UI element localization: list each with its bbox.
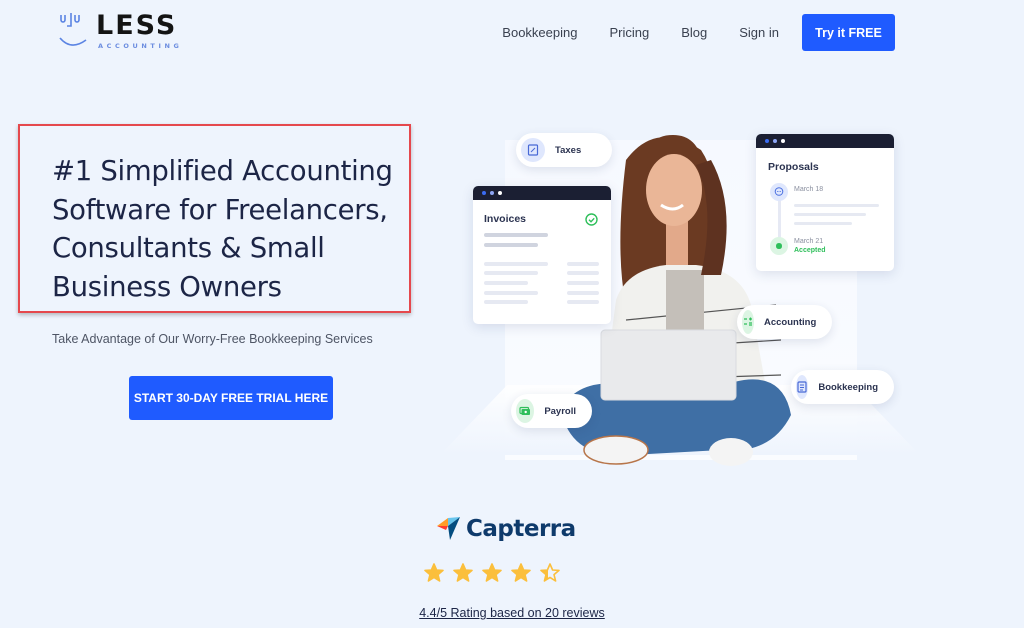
window-titlebar [473, 186, 611, 200]
try-free-button[interactable]: Try it FREE [802, 14, 895, 51]
nav-link-blog[interactable]: Blog [681, 25, 707, 40]
chat-bubble-icon [770, 183, 788, 201]
calculator-icon [742, 310, 754, 334]
star-full-icon [482, 563, 502, 582]
taxes-label: Taxes [555, 144, 582, 156]
proposals-card: Proposals March 18 March 21 Accepted [756, 134, 894, 271]
proposals-title: Proposals [768, 161, 819, 173]
capterra-logo[interactable]: Capterra [436, 516, 576, 542]
rating-link[interactable]: 4.4/5 Rating based on 20 reviews [0, 606, 1024, 620]
invoices-title: Invoices [484, 213, 527, 225]
nav-link-bookkeeping[interactable]: Bookkeeping [502, 25, 577, 40]
headline-line: #1 Simplified Accounting [52, 155, 393, 187]
nav-link-pricing[interactable]: Pricing [609, 25, 649, 40]
brand-name: LESS [96, 10, 178, 41]
check-circle-icon [585, 213, 598, 226]
clapping-hands-icon [770, 237, 788, 255]
window-titlebar [756, 134, 894, 148]
event-date: March 21 [794, 238, 824, 245]
ledger-icon [796, 375, 809, 399]
money-icon [516, 399, 535, 423]
brand-tagline: ACCOUNTING [98, 42, 183, 50]
brand-logo[interactable]: LESS ACCOUNTING [58, 12, 182, 52]
hero-headline: #1 Simplified Accounting Software for Fr… [52, 152, 402, 306]
nav-link-sign-in[interactable]: Sign in [739, 25, 779, 40]
payroll-pill: Payroll [511, 394, 592, 428]
main-nav: Bookkeeping Pricing Blog Sign in Try it … [502, 14, 927, 51]
star-half-icon [540, 563, 560, 582]
capterra-name: Capterra [466, 516, 576, 542]
accounting-pill: Accounting [737, 305, 832, 339]
star-full-icon [511, 563, 531, 582]
smiley-face-logo-icon [59, 13, 87, 46]
headline-line: Consultants & Small [52, 232, 325, 264]
payroll-label: Payroll [544, 405, 576, 417]
taxes-pill: Taxes [516, 133, 612, 167]
headline-line: Business Owners [52, 270, 282, 303]
start-trial-button[interactable]: START 30-DAY FREE TRIAL HERE [129, 376, 333, 420]
capterra-arrow-icon [437, 517, 460, 540]
receipt-icon [521, 138, 545, 162]
headline-line: Software for Freelancers, [52, 193, 388, 226]
event-date: March 18 [794, 186, 824, 193]
bookkeeping-pill: Bookkeeping [791, 370, 894, 404]
star-full-icon [453, 563, 473, 582]
bookkeeping-label: Bookkeeping [818, 381, 878, 393]
accepted-status: Accepted [794, 247, 826, 254]
star-full-icon [424, 563, 444, 582]
accounting-label: Accounting [764, 316, 817, 328]
invoices-card: Invoices [473, 186, 611, 324]
hero-subtext: Take Advantage of Our Worry-Free Bookkee… [52, 332, 373, 346]
star-rating [424, 563, 560, 583]
